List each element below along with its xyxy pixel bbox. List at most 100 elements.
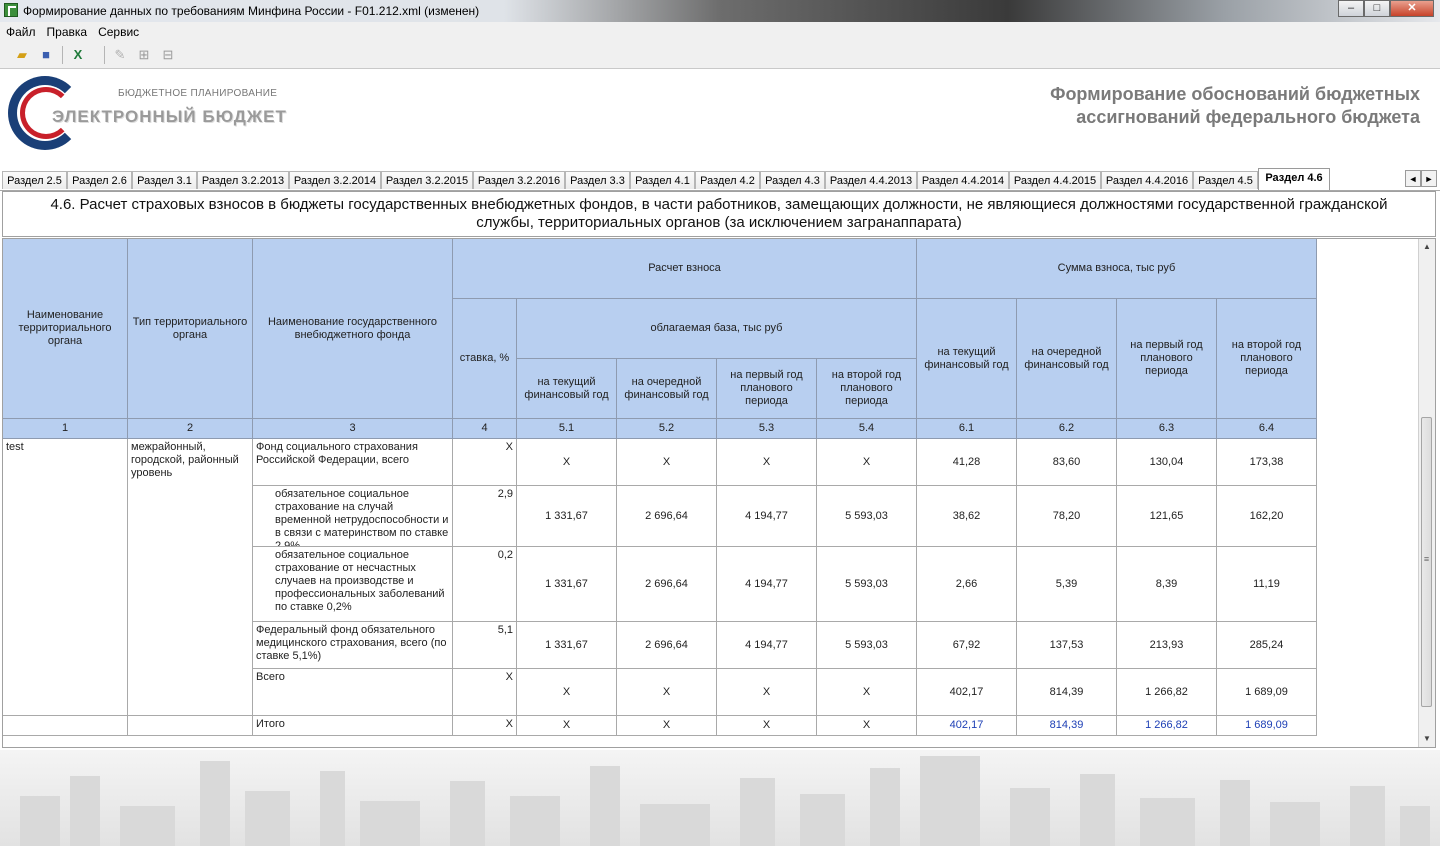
cell-sum-plan2[interactable]: 162,20 — [1217, 486, 1317, 547]
cell-sum-plan2[interactable]: 285,24 — [1217, 622, 1317, 669]
cell-sum-next[interactable]: 814,39 — [1017, 669, 1117, 716]
cell-base-plan2[interactable]: X — [817, 439, 917, 486]
vertical-scrollbar[interactable]: ▲ ≡ ▼ — [1418, 239, 1435, 747]
cell-sum-plan1[interactable]: 213,93 — [1117, 622, 1217, 669]
cell-base-plan1[interactable]: 4 194,77 — [717, 622, 817, 669]
cell-base-cur[interactable]: 1 331,67 — [517, 486, 617, 547]
cell-rate[interactable]: 0,2 — [453, 547, 517, 622]
close-button[interactable]: ✕ — [1390, 0, 1434, 17]
cell-base-cur[interactable]: X — [517, 439, 617, 486]
cell-base-next[interactable]: X — [617, 669, 717, 716]
cell-base-plan1[interactable]: 4 194,77 — [717, 547, 817, 622]
save-icon[interactable]: ■ — [38, 47, 54, 63]
cell-fund[interactable]: Фонд социального страхования Российской … — [253, 439, 453, 486]
tab-section-4-4-2014[interactable]: Раздел 4.4.2014 — [917, 171, 1009, 189]
cell-rate[interactable]: 5,1 — [453, 622, 517, 669]
tab-section-4-3[interactable]: Раздел 4.3 — [760, 171, 825, 189]
tab-section-2-6[interactable]: Раздел 2.6 — [67, 171, 132, 189]
header-fund-name: Наименование государственного внебюджетн… — [253, 239, 453, 419]
cell-base-next[interactable]: 2 696,64 — [617, 486, 717, 547]
scroll-thumb[interactable]: ≡ — [1421, 417, 1432, 707]
tab-section-4-5[interactable]: Раздел 4.5 — [1193, 171, 1258, 189]
tab-section-4-2[interactable]: Раздел 4.2 — [695, 171, 760, 189]
cell-sum-next[interactable]: 83,60 — [1017, 439, 1117, 486]
cell-org-name[interactable]: test — [3, 439, 128, 716]
scroll-down-arrow-icon[interactable]: ▼ — [1419, 731, 1435, 747]
menu-file[interactable]: Файл — [0, 22, 41, 39]
cell-rate[interactable]: X — [453, 669, 517, 716]
tabs-scroll-left-button[interactable]: ◄ — [1405, 170, 1421, 187]
cell-sum-plan2[interactable]: 1 689,09 — [1217, 669, 1317, 716]
open-folder-icon[interactable]: ▰ — [14, 47, 30, 63]
tab-section-3-2-2016[interactable]: Раздел 3.2.2016 — [473, 171, 565, 189]
remove-row-icon[interactable]: ⊟ — [160, 47, 176, 63]
cell-rate[interactable]: X — [453, 439, 517, 486]
cell-sum-next[interactable]: 78,20 — [1017, 486, 1117, 547]
cell-sum-cur[interactable]: 402,17 — [917, 669, 1017, 716]
cell-sum-plan1[interactable]: 1 266,82 — [1117, 669, 1217, 716]
cell-base-cur[interactable]: X — [517, 669, 617, 716]
cell-base-plan2[interactable]: 5 593,03 — [817, 547, 917, 622]
cell-base-plan2[interactable]: X — [817, 669, 917, 716]
tab-section-3-2-2013[interactable]: Раздел 3.2.2013 — [197, 171, 289, 189]
cell-org-type[interactable]: межрайонный, городской, районный уровень — [128, 439, 253, 716]
cell-base-next[interactable]: 2 696,64 — [617, 547, 717, 622]
cell-sum-plan1[interactable]: 130,04 — [1117, 439, 1217, 486]
maximize-button[interactable]: □ — [1364, 0, 1390, 17]
cell-sum-next[interactable]: 137,53 — [1017, 622, 1117, 669]
cell-base-next[interactable]: X — [617, 439, 717, 486]
cell-fund[interactable]: обязательное социальное страхование на с… — [253, 486, 453, 547]
tab-section-4-6[interactable]: Раздел 4.6 — [1258, 168, 1330, 190]
header-sum-cur-year: на текущий финансовый год — [917, 299, 1017, 419]
cell-base-cur[interactable]: 1 331,67 — [517, 547, 617, 622]
page-title: Формирование обоснований бюджетных ассиг… — [900, 83, 1420, 129]
minimize-button[interactable]: – — [1338, 0, 1364, 17]
menu-service[interactable]: Сервис — [92, 22, 144, 39]
tab-section-4-4-2013[interactable]: Раздел 4.4.2013 — [825, 171, 917, 189]
window-controls: – □ ✕ — [1338, 0, 1434, 18]
cell-sum-cur[interactable]: 2,66 — [917, 547, 1017, 622]
col-number: 3 — [253, 419, 453, 439]
cell-base-plan1[interactable]: 4 194,77 — [717, 486, 817, 547]
scroll-up-arrow-icon[interactable]: ▲ — [1419, 239, 1435, 255]
cell-total-base-cur: X — [517, 716, 617, 736]
tabs-scroll-right-button[interactable]: ► — [1421, 170, 1437, 187]
cell-base-next[interactable]: 2 696,64 — [617, 622, 717, 669]
cell-sum-plan2[interactable]: 11,19 — [1217, 547, 1317, 622]
tab-section-3-3[interactable]: Раздел 3.3 — [565, 171, 630, 189]
tab-section-4-4-2015[interactable]: Раздел 4.4.2015 — [1009, 171, 1101, 189]
cell-sum-plan1[interactable]: 8,39 — [1117, 547, 1217, 622]
cell-sum-cur[interactable]: 38,62 — [917, 486, 1017, 547]
tab-section-4-4-2016[interactable]: Раздел 4.4.2016 — [1101, 171, 1193, 189]
excel-export-icon[interactable]: X — [70, 47, 86, 63]
tab-section-4-1[interactable]: Раздел 4.1 — [630, 171, 695, 189]
cell-base-plan1[interactable]: X — [717, 439, 817, 486]
cell-sum-cur[interactable]: 67,92 — [917, 622, 1017, 669]
cell-fund[interactable]: обязательное социальное страхование от н… — [253, 547, 453, 622]
edit-pencil-icon[interactable]: ✎ — [112, 47, 128, 63]
app-icon — [4, 3, 18, 17]
cell-sum-next[interactable]: 5,39 — [1017, 547, 1117, 622]
tab-section-2-5[interactable]: Раздел 2.5 — [2, 171, 67, 189]
tab-section-3-2-2015[interactable]: Раздел 3.2.2015 — [381, 171, 473, 189]
skyline-building — [1140, 798, 1195, 846]
col-number: 6.4 — [1217, 419, 1317, 439]
cell-fund[interactable]: Всего — [253, 669, 453, 716]
window-title-bar: Формирование данных по требованиям Минфи… — [0, 0, 1440, 22]
skyline-building — [870, 768, 900, 846]
cell-base-cur[interactable]: 1 331,67 — [517, 622, 617, 669]
skyline-building — [320, 771, 345, 846]
cell-rate[interactable]: 2,9 — [453, 486, 517, 547]
cell-sum-plan1[interactable]: 121,65 — [1117, 486, 1217, 547]
cell-base-plan2[interactable]: 5 593,03 — [817, 622, 917, 669]
add-row-icon[interactable]: ⊞ — [136, 47, 152, 63]
tab-section-3-1[interactable]: Раздел 3.1 — [132, 171, 197, 189]
cell-fund[interactable]: Федеральный фонд обязательного медицинск… — [253, 622, 453, 669]
tab-section-3-2-2014[interactable]: Раздел 3.2.2014 — [289, 171, 381, 189]
cell-base-plan1[interactable]: X — [717, 669, 817, 716]
cell-sum-plan2[interactable]: 173,38 — [1217, 439, 1317, 486]
menu-edit[interactable]: Правка — [41, 22, 93, 39]
cell-sum-cur[interactable]: 41,28 — [917, 439, 1017, 486]
header-org-name: Наименование территориального органа — [3, 239, 128, 419]
cell-base-plan2[interactable]: 5 593,03 — [817, 486, 917, 547]
